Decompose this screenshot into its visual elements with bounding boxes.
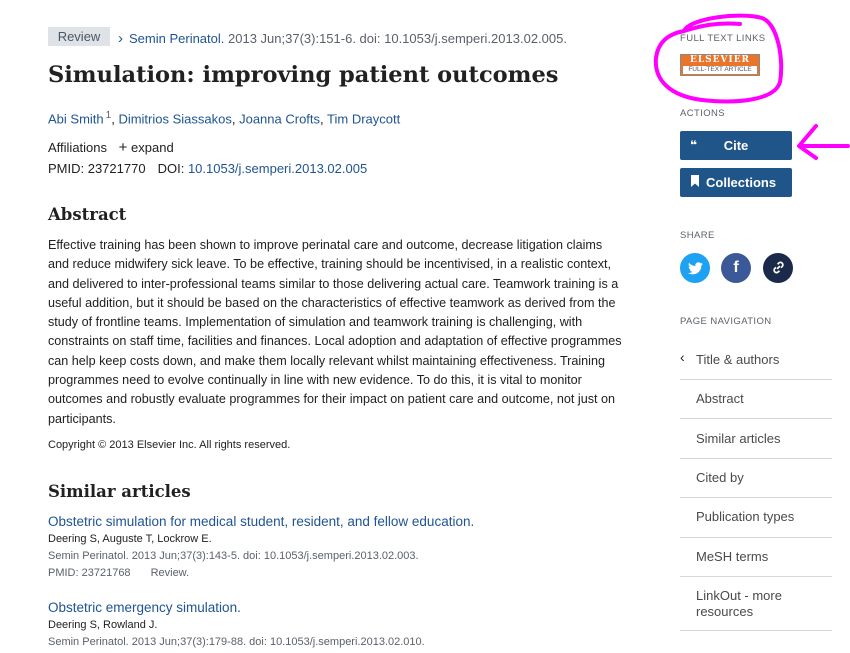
doi-label: DOI: xyxy=(157,161,185,176)
review-badge: Review xyxy=(48,27,110,46)
similar-article-title[interactable]: Obstetric emergency simulation. xyxy=(48,600,628,615)
nav-item-mesh-terms[interactable]: MeSH terms xyxy=(680,537,832,577)
share-label: SHARE xyxy=(680,230,715,241)
journal-link[interactable]: Semin Perinatol. xyxy=(129,31,224,46)
bookmark-icon xyxy=(690,168,700,197)
page-title: Simulation: improving patient outcomes xyxy=(48,62,559,88)
abstract-heading: Abstract xyxy=(48,205,127,224)
author-list: Abi Smith 1, Dimitrios Siassakos, Joanna … xyxy=(48,110,401,127)
nav-item-label: Publication types xyxy=(696,509,795,524)
similar-article-type: Review. xyxy=(150,567,190,579)
similar-article: Obstetric simulation for medical student… xyxy=(48,514,628,579)
nav-item-label: Abstract xyxy=(696,391,744,406)
facebook-share-icon[interactable]: f xyxy=(721,253,751,283)
citation-text: 2013 Jun;37(3):151-6. doi: 10.1053/j.sem… xyxy=(224,31,567,46)
author-link[interactable]: Tim Draycott xyxy=(327,111,400,126)
copyright: Copyright © 2013 Elsevier Inc. All right… xyxy=(48,439,291,451)
page-navigation-label: PAGE NAVIGATION xyxy=(680,316,772,327)
chevron-right-icon: › xyxy=(118,30,123,47)
nav-item-label: Cited by xyxy=(696,470,744,485)
author-link[interactable]: Joanna Crofts xyxy=(239,111,320,126)
elsevier-logo-text: ELSEVIER xyxy=(689,55,751,65)
expand-button[interactable]: + expand xyxy=(118,139,174,156)
twitter-share-icon[interactable] xyxy=(680,253,710,283)
actions-label: ACTIONS xyxy=(680,108,726,119)
annotation-arrow xyxy=(797,124,850,160)
doi-link[interactable]: 10.1053/j.semperi.2013.02.005 xyxy=(188,161,367,176)
journal-citation: › Semin Perinatol. 2013 Jun;37(3):151-6. … xyxy=(118,30,567,47)
full-text-links-label: FULL TEXT LINKS xyxy=(680,33,766,44)
author-link[interactable]: Abi Smith xyxy=(48,111,104,126)
nav-item-label: Title & authors xyxy=(696,352,780,367)
elsevier-full-text-text: FULL-TEXT ARTICLE xyxy=(683,66,757,74)
collections-button-label: Collections xyxy=(706,175,777,190)
affiliations-label: Affiliations xyxy=(48,140,108,155)
pmid: PMID: 23721770 xyxy=(48,161,146,176)
affiliations-row: Affiliations + expand xyxy=(48,139,174,156)
similar-article-title[interactable]: Obstetric simulation for medical student… xyxy=(48,514,628,529)
collections-button[interactable]: Collections xyxy=(680,168,792,197)
nav-item-label: MeSH terms xyxy=(696,549,769,564)
author-link[interactable]: Dimitrios Siassakos xyxy=(118,111,231,126)
cite-button[interactable]: ❝ Cite xyxy=(680,131,792,160)
similar-article-meta: PMID: 23721768 Review. xyxy=(48,567,628,579)
nav-item-publication-types[interactable]: Publication types xyxy=(680,497,832,538)
similar-article-authors: Deering S, Rowland J. xyxy=(48,619,158,631)
nav-item-cited-by[interactable]: Cited by xyxy=(680,458,832,498)
identifiers: PMID: 23721770 DOI: 10.1053/j.semperi.201… xyxy=(48,161,367,176)
elsevier-full-text-link[interactable]: ELSEVIER FULL-TEXT ARTICLE xyxy=(680,54,760,76)
plus-icon: + xyxy=(118,139,128,156)
nav-item-label: Similar articles xyxy=(696,431,781,446)
nav-item-linkout[interactable]: LinkOut - more resources xyxy=(680,576,832,631)
similar-articles-heading: Similar articles xyxy=(48,482,191,501)
nav-item-title-authors[interactable]: ‹ Title & authors xyxy=(680,340,832,380)
nav-item-similar-articles[interactable]: Similar articles xyxy=(680,418,832,459)
nav-item-label: LinkOut - more resources xyxy=(696,588,782,619)
abstract-text: Effective training has been shown to imp… xyxy=(48,238,622,426)
similar-article-journal: Semin Perinatol. 2013 Jun;37(3):143-5. d… xyxy=(48,550,419,562)
similar-article-pmid: PMID: 23721768 xyxy=(48,567,131,579)
nav-item-abstract[interactable]: Abstract xyxy=(680,379,832,419)
similar-article: Obstetric emergency simulation. Deering … xyxy=(48,600,628,648)
expand-label: expand xyxy=(131,140,174,155)
author-affil-sup[interactable]: 1 xyxy=(106,110,112,121)
chevron-left-icon: ‹ xyxy=(680,349,685,365)
similar-article-journal: Semin Perinatol. 2013 Jun;37(3):179-88. … xyxy=(48,636,425,648)
similar-article-authors: Deering S, Auguste T, Lockrow E. xyxy=(48,533,212,545)
cite-button-label: Cite xyxy=(723,138,749,153)
permalink-icon[interactable] xyxy=(763,253,793,283)
